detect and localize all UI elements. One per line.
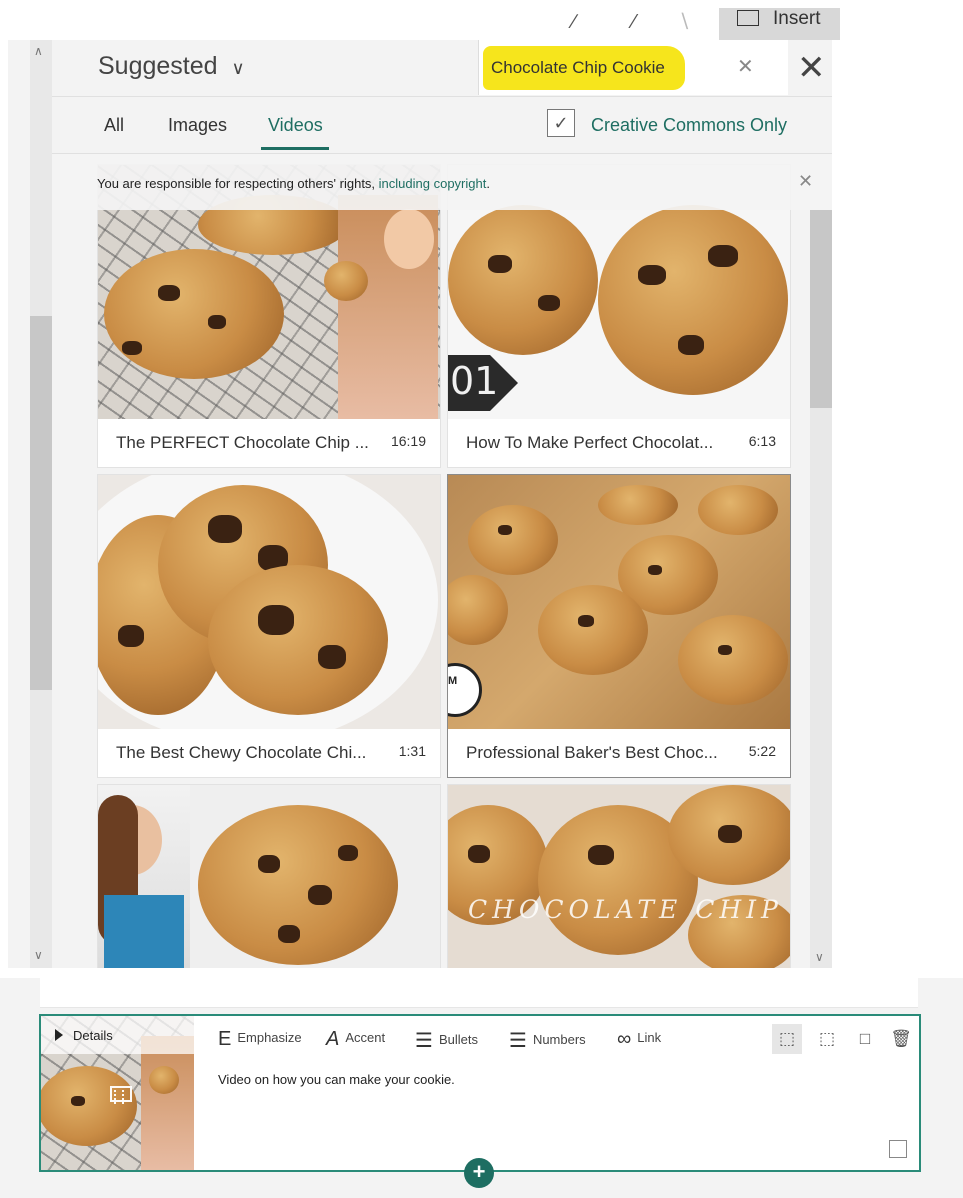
scroll-down-icon[interactable]: ∨ [34,948,43,962]
draw-icon[interactable]: ∕ [554,8,594,36]
result-card[interactable] [97,784,441,968]
roundel-text: M [448,675,458,687]
bullets-button[interactable]: ☰ Bullets [415,1028,478,1053]
insert-button[interactable]: Insert [719,8,840,40]
scrollbar-thumb[interactable] [30,316,52,690]
pane-header: Suggested ∨ Chocolate Chip Cookie ✕ ✕ [52,40,832,96]
bullets-label: Bullets [438,1032,478,1047]
accent-icon: A [326,1028,340,1050]
link-icon: ∞ [617,1028,632,1050]
numbers-icon: ☰ [509,1030,527,1052]
notice-suffix: . [486,176,490,191]
image-icon [737,10,759,26]
result-card[interactable]: CHOCOLATE CHIP [447,784,791,968]
video-icon [110,1086,132,1104]
video-duration: 5:22 [748,743,776,759]
chevron-down-icon: ∨ [231,58,245,78]
search-input[interactable]: Chocolate Chip Cookie ✕ [478,40,788,95]
details-toggle[interactable]: Details [55,1028,113,1043]
link-label: Link [637,1030,662,1045]
video-thumbnail [98,475,440,729]
expand-icon [55,1029,63,1041]
trash-icon[interactable]: 🗑 [886,1024,916,1054]
add-section-button[interactable]: + [464,1158,494,1188]
layout-large-icon[interactable]: □ [850,1024,880,1054]
accent-label: Accent [345,1030,386,1045]
scroll-up-icon[interactable]: ∧ [34,44,43,58]
details-body[interactable]: Video on how you can make your cookie. [218,1072,455,1087]
video-title: Professional Baker's Best Choc... [466,743,718,762]
badge-text: 01 [450,359,499,403]
video-thumbnail: CHOCOLATE CHIP [448,785,790,968]
video-thumbnail [98,785,440,968]
source-dropdown-label: Suggested [98,52,218,80]
select-checkbox[interactable] [889,1140,907,1158]
tab-all[interactable]: All [104,115,124,136]
numbers-button[interactable]: ☰ Numbers [509,1028,586,1053]
results-grid: The PERFECT Chocolate Chip ... 16:19 01 … [97,164,803,968]
creative-commons-label[interactable]: Creative Commons Only [591,115,787,136]
insert-button-label: Insert [773,8,821,29]
media-search-pane: ∧ ∨ Suggested ∨ Chocolate Chip Cookie ✕ ✕… [8,40,832,968]
video-details-card[interactable]: Details E Emphasize A Accent ☰ Bullets ☰ Num… [39,1014,921,1172]
active-tab-indicator [261,147,329,150]
details-label: Details [73,1028,113,1043]
video-duration: 1:31 [398,743,426,759]
previous-section [40,978,918,1008]
emphasize-button[interactable]: E Emphasize [218,1028,302,1051]
copyright-link[interactable]: including copyright [379,176,487,191]
tab-images[interactable]: Images [168,115,227,136]
accent-button[interactable]: A Accent [326,1028,385,1051]
copyright-notice: You are responsible for respecting other… [52,154,832,210]
pen-icon[interactable]: ⁄ [614,8,654,36]
video-duration: 16:19 [390,433,426,449]
filter-tabs: All Images Videos ✓ Creative Commons Onl… [52,96,832,154]
banner-text: CHOCOLATE CHIP [468,895,783,924]
link-button[interactable]: ∞ Link [617,1028,661,1051]
layout-medium-icon[interactable]: ⬚ [812,1024,842,1054]
numbers-label: Numbers [532,1032,586,1047]
video-title: The Best Chewy Chocolate Chi... [116,743,367,762]
video-title: How To Make Perfect Chocolat... [466,433,714,452]
tab-videos[interactable]: Videos [268,115,323,136]
video-duration: 6:13 [748,433,776,449]
results-scrollbar[interactable]: ∨ [810,210,832,968]
notice-text: You are responsible for respecting other… [97,176,379,191]
video-thumbnail: M [448,475,790,729]
source-dropdown[interactable]: Suggested ∨ [98,52,245,81]
results-scrollbar-thumb[interactable] [810,210,832,408]
creative-commons-checkbox[interactable]: ✓ [547,109,575,137]
bullets-icon: ☰ [415,1030,433,1052]
results-scroll-down-icon[interactable]: ∨ [815,950,824,964]
search-query: Chocolate Chip Cookie [491,58,665,77]
top-toolbar: ∕ ⁄ ∖ Insert [8,8,840,40]
close-pane-icon[interactable]: ✕ [797,48,826,88]
emphasize-icon: E [218,1028,232,1050]
result-card-selected[interactable]: M Professional Baker's Best Choc... 5:22 [447,474,791,778]
dismiss-notice-icon[interactable]: ✕ [798,171,813,192]
emphasize-label: Emphasize [237,1030,302,1045]
outer-scrollbar[interactable]: ∧ ∨ [30,40,52,968]
layout-small-icon[interactable]: ⬚ [772,1024,802,1054]
video-title: The PERFECT Chocolate Chip ... [116,433,369,452]
clear-search-icon[interactable]: ✕ [737,54,754,79]
eraser-icon[interactable]: ∖ [664,8,704,36]
result-card[interactable]: The Best Chewy Chocolate Chi... 1:31 [97,474,441,778]
